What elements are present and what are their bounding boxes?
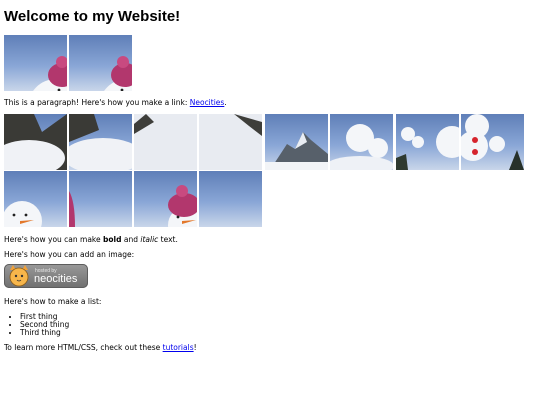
neocities-badge[interactable]: hosted by neocities	[4, 264, 88, 288]
snowman-image-tile	[134, 171, 197, 227]
formatting-paragraph: Here's how you can make bold and italic …	[4, 235, 178, 244]
snowman-image-tile	[69, 171, 132, 227]
bulleted-list: First thing Second thing Third thing	[4, 313, 69, 337]
image-paragraph: Here's how you can add an image:	[4, 250, 135, 259]
neocities-link[interactable]: Neocities	[190, 98, 225, 107]
badge-big-text: neocities	[34, 273, 78, 285]
snowman-image-tile	[4, 35, 67, 91]
snowman-image-tile	[134, 114, 197, 170]
tutorials-link[interactable]: tutorials	[163, 343, 194, 352]
snowman-image-tile	[461, 114, 524, 170]
snowman-image-tile	[4, 171, 67, 227]
list-paragraph: Here's how to make a list:	[4, 297, 102, 306]
snowman-image-tile	[69, 114, 132, 170]
snowman-image-tile	[199, 114, 262, 170]
snowman-image-tile	[330, 114, 393, 170]
page-title: Welcome to my Website!	[4, 8, 181, 25]
snowman-image-tile	[265, 114, 328, 170]
cat-icon	[9, 265, 29, 287]
snowman-image-tile	[199, 171, 262, 227]
list-item: Third thing	[20, 329, 69, 337]
intro-paragraph: This is a paragraph! Here's how you make…	[4, 98, 227, 107]
snowman-image-tile	[69, 35, 132, 91]
footer-paragraph: To learn more HTML/CSS, check out these …	[4, 343, 197, 352]
snowman-image-tile	[4, 114, 67, 170]
snowman-image-tile	[396, 114, 459, 170]
